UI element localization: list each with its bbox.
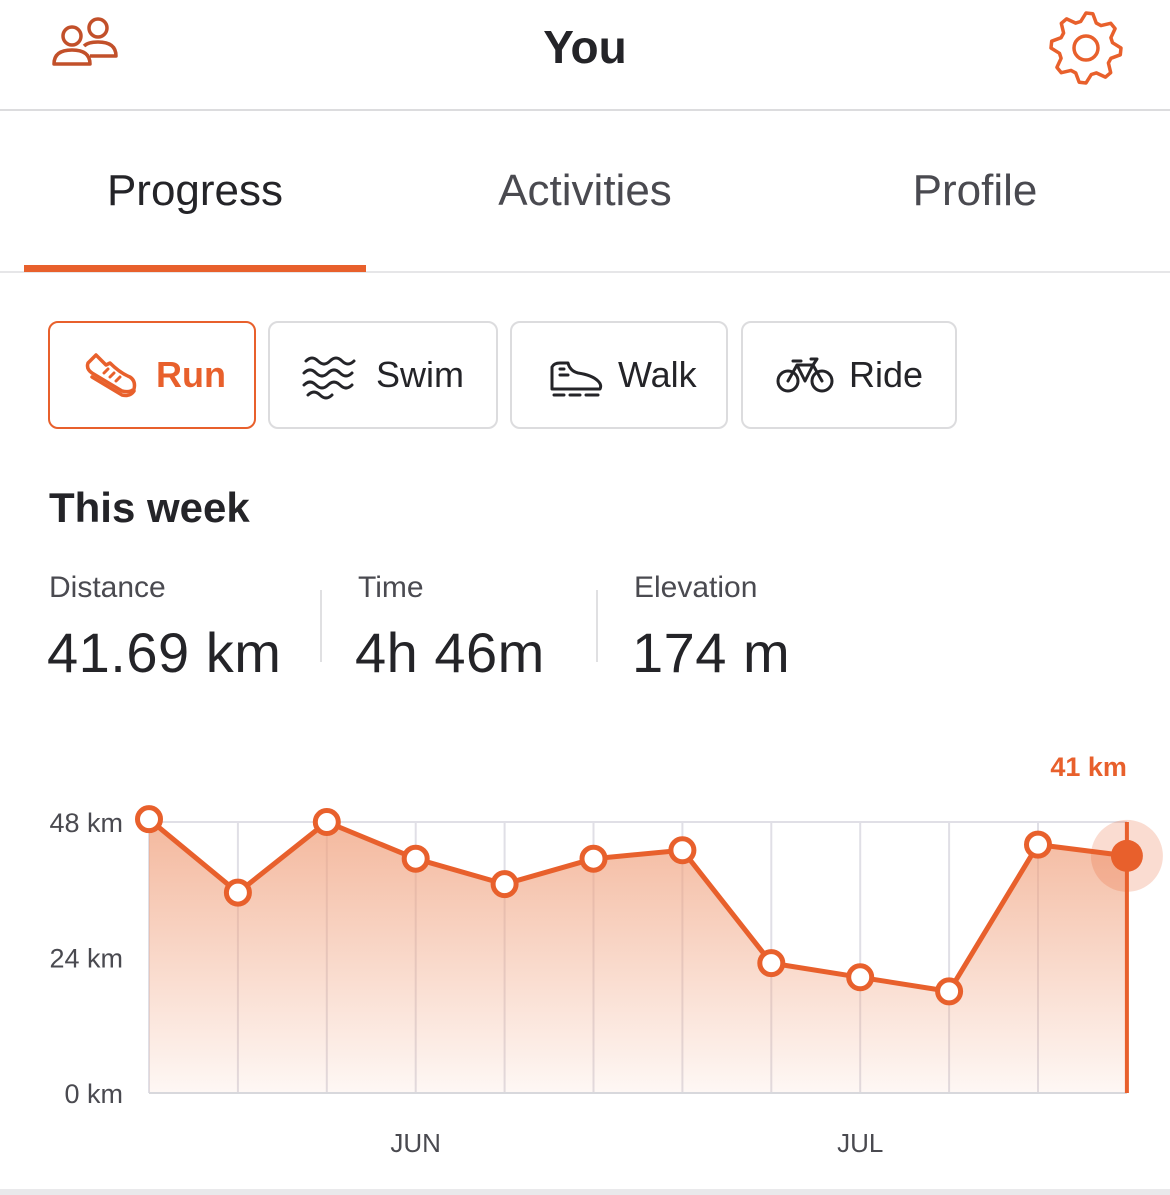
sport-button-run[interactable]: Run (48, 321, 256, 429)
data-point[interactable] (312, 808, 341, 836)
data-point-selected[interactable] (1110, 839, 1143, 872)
page-title: You (543, 21, 627, 73)
waves-icon (302, 356, 356, 400)
sport-button-ride[interactable]: Ride (741, 321, 957, 429)
highlight-label: 41 km (1050, 752, 1127, 782)
area-fill (149, 819, 1127, 1093)
stat-divider (596, 590, 598, 662)
section-title: This week (49, 484, 250, 531)
stat-divider (320, 590, 322, 662)
data-point[interactable] (401, 844, 430, 873)
data-point[interactable] (579, 844, 608, 873)
stat-value-elevation: 174 m (632, 621, 791, 684)
stat-label-distance: Distance (49, 571, 166, 604)
running-shoe-icon (85, 353, 137, 398)
tab-progress[interactable]: Progress (24, 111, 366, 271)
stat-label-elevation: Elevation (634, 571, 758, 604)
y-tick-label: 24 km (49, 944, 123, 974)
stat-label-time: Time (358, 571, 424, 604)
sport-label-run: Run (156, 354, 226, 395)
stat-value-distance: 41.69 km (47, 621, 282, 684)
weekly-distance-chart[interactable]: 41 km 0 km 24 km 48 km JUN JUL (0, 740, 1170, 1190)
tab-profile[interactable]: Profile (804, 111, 1146, 271)
data-point[interactable] (490, 870, 519, 899)
x-tick-label: JUL (837, 1128, 883, 1158)
sport-button-walk[interactable]: Walk (510, 321, 728, 429)
stat-value-time: 4h 46m (355, 621, 545, 684)
data-point[interactable] (223, 878, 252, 907)
data-point[interactable] (135, 805, 163, 834)
bicycle-icon (776, 357, 834, 393)
walking-shoe-icon (550, 361, 603, 397)
tab-activities[interactable]: Activities (414, 111, 756, 271)
y-tick-label: 48 km (49, 808, 123, 838)
active-tab-indicator (24, 265, 366, 272)
data-point[interactable] (846, 963, 875, 992)
bottom-divider (0, 1189, 1170, 1195)
sport-button-swim[interactable]: Swim (268, 321, 498, 429)
data-point[interactable] (935, 977, 964, 1006)
sport-label-walk: Walk (618, 354, 697, 395)
data-point[interactable] (757, 949, 786, 978)
data-point[interactable] (1024, 830, 1052, 859)
y-tick-label: 0 km (64, 1079, 123, 1109)
top-bar: You (0, 0, 1170, 111)
tab-bar: Progress Activities Profile (0, 111, 1170, 273)
data-point[interactable] (668, 836, 697, 865)
x-tick-label: JUN (390, 1128, 441, 1158)
sport-label-ride: Ride (849, 354, 924, 395)
gear-icon[interactable] (1046, 8, 1126, 88)
sport-label-swim: Swim (376, 354, 464, 395)
